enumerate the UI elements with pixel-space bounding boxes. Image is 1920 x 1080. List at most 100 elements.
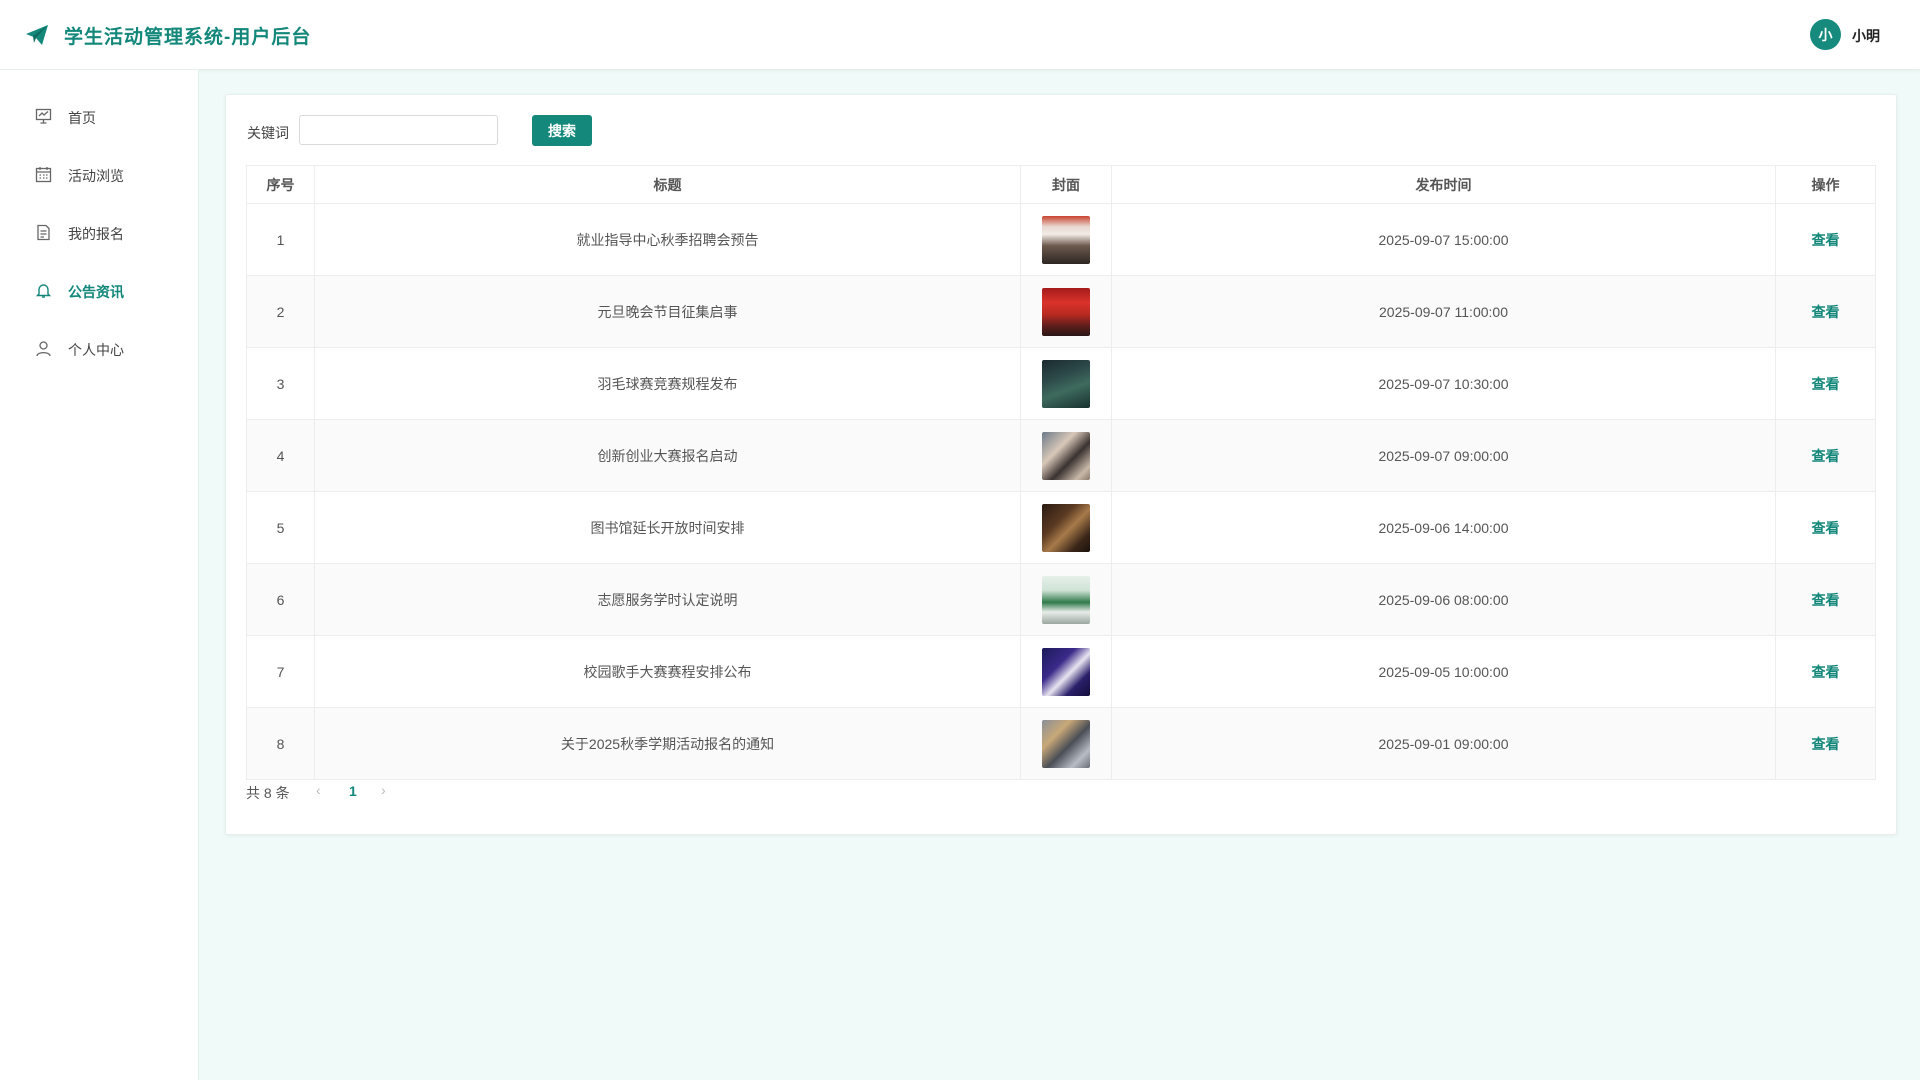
top-header: 学生活动管理系统-用户后台 小 小明	[0, 0, 1920, 70]
row-index: 2	[246, 275, 315, 348]
avatar[interactable]: 小	[1810, 19, 1841, 50]
row-index: 1	[246, 203, 315, 276]
row-time: 2025-09-06 08:00:00	[1111, 563, 1776, 636]
user-icon	[36, 341, 51, 357]
cover-image[interactable]	[1042, 287, 1090, 336]
row-time: 2025-09-07 09:00:00	[1111, 419, 1776, 492]
sidebar-item-home[interactable]: 首页	[0, 94, 198, 138]
table-row: 5 图书馆延长开放时间安排 2025-09-06 14:00:00 查看	[246, 491, 1876, 564]
keyword-input[interactable]	[299, 115, 498, 145]
row-index: 6	[246, 563, 315, 636]
cover-cell	[1020, 635, 1112, 708]
sidebar-item-profile[interactable]: 个人中心	[0, 326, 198, 370]
total-count: 共 8 条	[246, 785, 290, 801]
row-title: 元旦晚会节目征集启事	[314, 275, 1021, 348]
cover-image[interactable]	[1042, 503, 1090, 552]
prev-page-button[interactable]: ‹	[316, 782, 321, 798]
cover-image[interactable]	[1042, 647, 1090, 696]
cover-cell	[1020, 347, 1112, 420]
sidebar-item-my-registrations[interactable]: 我的报名	[0, 210, 198, 254]
document-icon	[37, 224, 50, 241]
sidebar-item-announcements[interactable]: 公告资讯	[0, 268, 198, 312]
view-link[interactable]: 查看	[1812, 304, 1840, 320]
row-title: 校园歌手大赛赛程安排公布	[314, 635, 1021, 708]
app-title: 学生活动管理系统-用户后台	[64, 27, 312, 48]
sidebar-item-label: 公告资讯	[68, 284, 124, 300]
action-cell: 查看	[1775, 491, 1876, 564]
sidebar-item-label: 首页	[68, 110, 96, 126]
sidebar: 首页 活动浏览 我的报名 公告资讯 个人中心	[0, 70, 199, 1080]
table-row: 8 关于2025秋季学期活动报名的通知 2025-09-01 09:00:00 …	[246, 707, 1876, 780]
row-title: 羽毛球赛竞赛规程发布	[314, 347, 1021, 420]
page-number[interactable]: 1	[349, 783, 357, 799]
row-index: 7	[246, 635, 315, 708]
cover-image[interactable]	[1042, 431, 1090, 480]
announcement-table: 序号 标题 封面 发布时间 操作 1 就业指导中心秋季招聘会预告 2025-09…	[246, 165, 1876, 780]
row-time: 2025-09-06 14:00:00	[1111, 491, 1776, 564]
column-header-index: 序号	[246, 165, 315, 204]
view-link[interactable]: 查看	[1812, 664, 1840, 680]
announcement-panel: 关键词 搜索 序号 标题 封面 发布时间 操作 1 就业指导中心秋季招聘会预告 …	[225, 94, 1897, 835]
row-time: 2025-09-07 10:30:00	[1111, 347, 1776, 420]
column-header-title: 标题	[314, 165, 1021, 204]
row-index: 8	[246, 707, 315, 780]
view-link[interactable]: 查看	[1812, 736, 1840, 752]
row-title: 关于2025秋季学期活动报名的通知	[314, 707, 1021, 780]
search-button[interactable]: 搜索	[532, 115, 592, 146]
cover-cell	[1020, 491, 1112, 564]
row-title: 志愿服务学时认定说明	[314, 563, 1021, 636]
cover-image[interactable]	[1042, 215, 1090, 264]
next-page-button[interactable]: ›	[381, 782, 386, 798]
sidebar-item-activities[interactable]: 活动浏览	[0, 152, 198, 196]
cover-cell	[1020, 275, 1112, 348]
cover-cell	[1020, 563, 1112, 636]
table-row: 7 校园歌手大赛赛程安排公布 2025-09-05 10:00:00 查看	[246, 635, 1876, 708]
table-row: 6 志愿服务学时认定说明 2025-09-06 08:00:00 查看	[246, 563, 1876, 636]
row-index: 4	[246, 419, 315, 492]
view-link[interactable]: 查看	[1812, 376, 1840, 392]
view-link[interactable]: 查看	[1812, 520, 1840, 536]
dashboard-icon	[35, 108, 52, 124]
table-row: 1 就业指导中心秋季招聘会预告 2025-09-07 15:00:00 查看	[246, 203, 1876, 276]
paper-plane-icon	[26, 25, 48, 45]
action-cell: 查看	[1775, 347, 1876, 420]
row-title: 创新创业大赛报名启动	[314, 419, 1021, 492]
table-row: 3 羽毛球赛竞赛规程发布 2025-09-07 10:30:00 查看	[246, 347, 1876, 420]
action-cell: 查看	[1775, 707, 1876, 780]
view-link[interactable]: 查看	[1812, 448, 1840, 464]
row-time: 2025-09-01 09:00:00	[1111, 707, 1776, 780]
row-time: 2025-09-07 15:00:00	[1111, 203, 1776, 276]
action-cell: 查看	[1775, 419, 1876, 492]
sidebar-item-label: 我的报名	[68, 226, 124, 242]
row-time: 2025-09-07 11:00:00	[1111, 275, 1776, 348]
action-cell: 查看	[1775, 275, 1876, 348]
cover-image[interactable]	[1042, 575, 1090, 624]
table-row: 4 创新创业大赛报名启动 2025-09-07 09:00:00 查看	[246, 419, 1876, 492]
action-cell: 查看	[1775, 203, 1876, 276]
cover-cell	[1020, 203, 1112, 276]
calendar-icon	[35, 167, 52, 183]
cover-image[interactable]	[1042, 719, 1090, 768]
cover-cell	[1020, 419, 1112, 492]
row-time: 2025-09-05 10:00:00	[1111, 635, 1776, 708]
column-header-time: 发布时间	[1111, 165, 1776, 204]
table-header-row: 序号 标题 封面 发布时间 操作	[246, 165, 1876, 204]
action-cell: 查看	[1775, 563, 1876, 636]
bell-icon	[35, 284, 52, 298]
row-title: 图书馆延长开放时间安排	[314, 491, 1021, 564]
keyword-label: 关键词	[247, 125, 289, 141]
sidebar-item-label: 活动浏览	[68, 168, 124, 184]
column-header-cover: 封面	[1020, 165, 1112, 204]
cover-image[interactable]	[1042, 359, 1090, 408]
user-name[interactable]: 小明	[1852, 26, 1880, 46]
cover-cell	[1020, 707, 1112, 780]
sidebar-item-label: 个人中心	[68, 342, 124, 358]
row-title: 就业指导中心秋季招聘会预告	[314, 203, 1021, 276]
action-cell: 查看	[1775, 635, 1876, 708]
view-link[interactable]: 查看	[1812, 592, 1840, 608]
row-index: 3	[246, 347, 315, 420]
view-link[interactable]: 查看	[1812, 232, 1840, 248]
row-index: 5	[246, 491, 315, 564]
column-header-action: 操作	[1775, 165, 1876, 204]
table-row: 2 元旦晚会节目征集启事 2025-09-07 11:00:00 查看	[246, 275, 1876, 348]
